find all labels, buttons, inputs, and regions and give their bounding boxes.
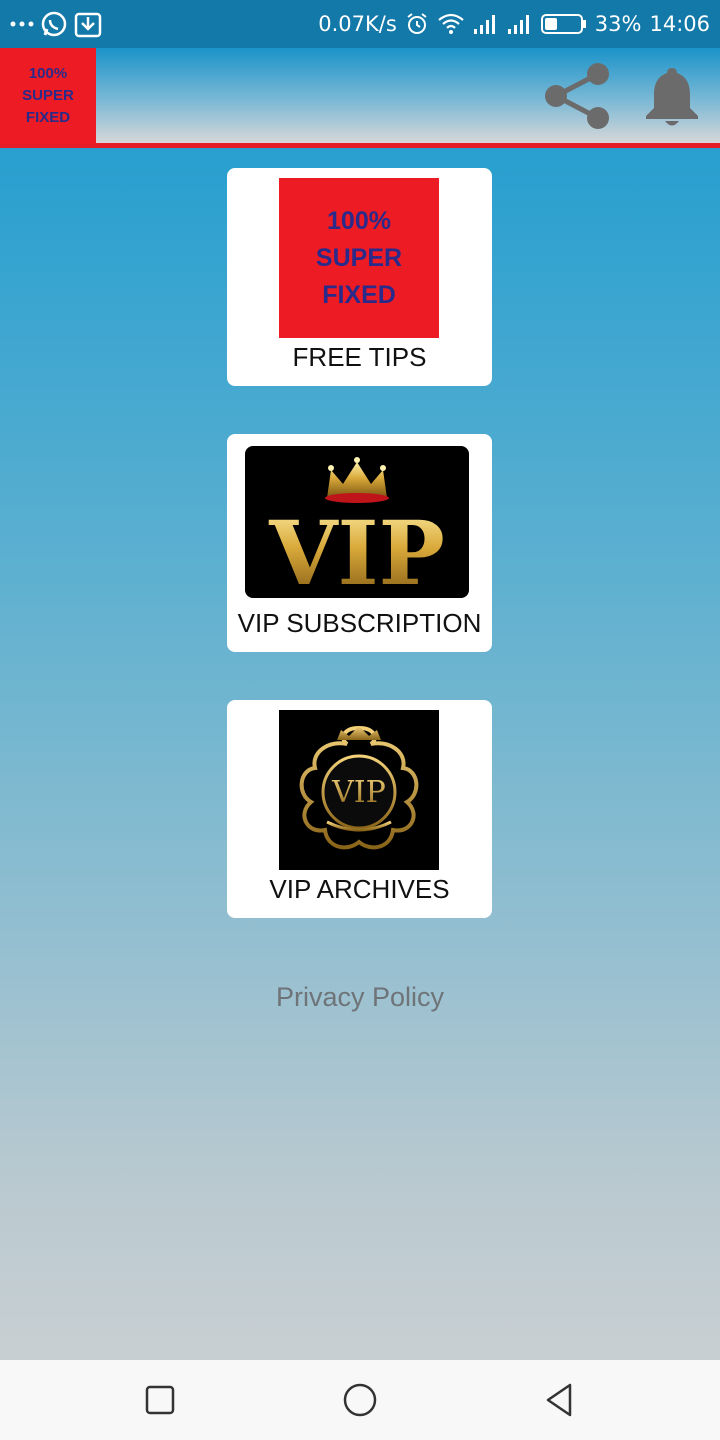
vip-subscription-card[interactable]: VIP VIP SUBSCRIPTION bbox=[227, 434, 492, 652]
vip-crown-image: VIP bbox=[245, 446, 469, 598]
signal-icon bbox=[507, 13, 533, 35]
vip-emblem-image: VIP bbox=[279, 710, 439, 870]
card-label: FREE TIPS bbox=[292, 342, 427, 372]
system-nav-bar bbox=[0, 1360, 720, 1440]
net-speed: 0.07K/s bbox=[318, 12, 397, 36]
status-left bbox=[10, 0, 102, 48]
whatsapp-icon bbox=[40, 10, 68, 38]
image-line: FIXED bbox=[322, 280, 396, 309]
app-logo[interactable]: 100% SUPER FIXED bbox=[0, 48, 96, 144]
card-label: VIP SUBSCRIPTION bbox=[237, 608, 482, 638]
battery-percent: 33% bbox=[594, 12, 642, 36]
bell-icon[interactable] bbox=[638, 62, 706, 130]
logo-line: FIXED bbox=[25, 109, 71, 126]
share-icon[interactable] bbox=[540, 58, 616, 134]
logo-line: 100% bbox=[28, 65, 68, 82]
status-right: 0.07K/s 33% 14:06 bbox=[318, 0, 710, 48]
back-triangle-icon[interactable] bbox=[520, 1360, 600, 1440]
vip-archives-card[interactable]: VIP VIP ARCHIVES bbox=[227, 700, 492, 918]
svg-text:VIP: VIP bbox=[268, 501, 445, 598]
card-label: VIP ARCHIVES bbox=[269, 874, 450, 904]
download-icon bbox=[74, 10, 102, 38]
alarm-icon bbox=[405, 12, 429, 36]
super-fixed-image: 100% SUPER FIXED bbox=[279, 178, 439, 338]
image-line: SUPER bbox=[315, 243, 403, 272]
privacy-policy-link[interactable]: Privacy Policy bbox=[0, 982, 720, 1013]
home-circle-icon[interactable] bbox=[320, 1360, 400, 1440]
app-bar-divider bbox=[0, 143, 720, 148]
image-line: 100% bbox=[327, 206, 391, 235]
free-tips-card[interactable]: 100% SUPER FIXED FREE TIPS bbox=[227, 168, 492, 386]
wifi-icon bbox=[437, 12, 465, 36]
battery-icon bbox=[540, 13, 587, 35]
crown-icon bbox=[325, 457, 389, 503]
clock: 14:06 bbox=[649, 12, 710, 36]
more-dots-icon bbox=[10, 19, 34, 29]
logo-line: SUPER bbox=[22, 87, 74, 104]
recents-square-icon[interactable] bbox=[120, 1360, 200, 1440]
status-bar: 0.07K/s 33% 14:06 bbox=[0, 0, 720, 48]
signal-icon bbox=[473, 13, 499, 35]
svg-text:VIP: VIP bbox=[331, 775, 386, 810]
